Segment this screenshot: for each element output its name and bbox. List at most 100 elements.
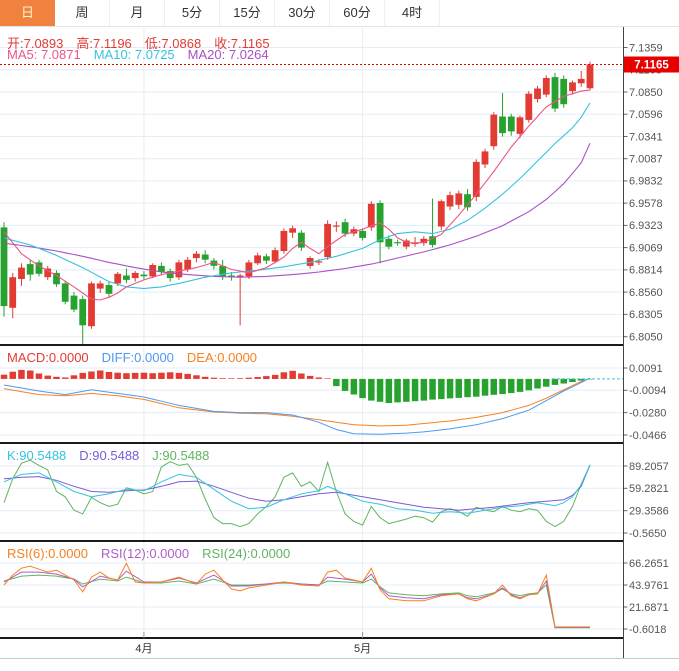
candle-body xyxy=(438,201,445,226)
macd-bar xyxy=(246,378,253,379)
axis-label: 7.0087 xyxy=(629,154,663,166)
tab-month[interactable]: 月 xyxy=(110,0,165,26)
macd-bar xyxy=(36,374,43,379)
macd-bar xyxy=(18,370,25,379)
candle-body xyxy=(482,151,489,164)
macd-bar xyxy=(447,379,454,399)
candle-body xyxy=(517,117,524,134)
legend-item: RSI(12):0.0000 xyxy=(101,546,189,561)
macd-bar xyxy=(517,379,524,392)
rsi-legend: RSI(6):0.0000RSI(12):0.0000RSI(24):0.000… xyxy=(7,546,303,561)
legend-item: K:90.5488 xyxy=(7,448,66,463)
candle-body xyxy=(1,227,8,306)
axis-label: 7.0850 xyxy=(629,87,663,99)
axis-label: 7.0596 xyxy=(629,109,663,121)
axis-label: -0.0094 xyxy=(629,385,666,397)
legend-item: MACD:0.0000 xyxy=(7,350,89,365)
axis-label: -0.5650 xyxy=(629,528,666,540)
candle-body xyxy=(263,256,270,260)
tab-15min[interactable]: 15分 xyxy=(220,0,275,26)
axis-label: 7.0341 xyxy=(629,131,663,143)
macd-bar xyxy=(263,376,270,379)
panel-separator xyxy=(0,637,624,639)
macd-bar xyxy=(316,378,323,379)
candle-body xyxy=(114,274,121,284)
legend-item: RSI(24):0.0000 xyxy=(202,546,290,561)
axis-label: 6.9069 xyxy=(629,242,663,254)
tab-4hour[interactable]: 4时 xyxy=(385,0,440,26)
macd-bar xyxy=(193,375,200,379)
chart-canvas[interactable]: 7.13597.11057.08507.05967.03417.00876.98… xyxy=(0,0,679,671)
panel-separator xyxy=(0,442,624,444)
candle-body xyxy=(71,296,78,310)
tab-week[interactable]: 周 xyxy=(55,0,110,26)
axis-label: 6.8560 xyxy=(629,287,663,299)
macd-bar xyxy=(526,379,533,390)
candle-body xyxy=(455,193,462,204)
ma-legend: MA5: 7.0871MA10: 7.0725MA20: 7.0264 xyxy=(7,47,282,62)
axis-label: 6.9578 xyxy=(629,198,663,210)
candle-body xyxy=(342,222,349,233)
candle-body xyxy=(368,204,375,228)
candle-body xyxy=(272,250,279,261)
macd-bar xyxy=(351,379,358,395)
macd-bar xyxy=(272,375,279,379)
macd-bar xyxy=(106,372,113,379)
axis-label: 66.2651 xyxy=(629,558,669,570)
macd-bar xyxy=(438,379,445,399)
axis-label: 0.0091 xyxy=(629,363,663,375)
candle-body xyxy=(176,262,183,277)
macd-bar xyxy=(534,379,541,389)
macd-bar xyxy=(27,371,34,379)
candle-body xyxy=(534,89,541,100)
legend-item: J:90.5488 xyxy=(152,448,209,463)
macd-bar xyxy=(202,377,209,379)
macd-bar xyxy=(45,376,52,379)
macd-bar xyxy=(333,379,340,386)
macd-bar xyxy=(552,379,559,385)
macd-bar xyxy=(132,373,139,379)
last-price-badge-text: 7.1165 xyxy=(634,60,669,72)
macd-bar xyxy=(368,379,375,401)
axis-label: 6.8814 xyxy=(629,265,663,277)
candle-body xyxy=(525,94,532,120)
macd-bar xyxy=(254,377,261,379)
candle-body xyxy=(27,264,34,275)
trading-chart-app: 日周月5分15分30分60分4时 7.13597.11057.08507.059… xyxy=(0,0,679,671)
macd-bar xyxy=(464,379,471,397)
candle-body xyxy=(193,254,200,258)
candle-body xyxy=(202,255,209,260)
candle-body xyxy=(184,260,191,270)
legend-item: MA5: 7.0871 xyxy=(7,47,81,62)
date-label: 4月 xyxy=(135,643,152,655)
candle-body xyxy=(447,195,454,206)
tab-day[interactable]: 日 xyxy=(0,0,55,26)
macd-bar xyxy=(298,374,305,379)
macd-bar xyxy=(412,379,419,401)
tab-60min[interactable]: 60分 xyxy=(330,0,385,26)
legend-item: MA20: 7.0264 xyxy=(188,47,269,62)
macd-bar xyxy=(141,373,148,379)
macd-bar xyxy=(324,378,331,379)
macd-bar xyxy=(88,372,95,380)
tab-30min[interactable]: 30分 xyxy=(275,0,330,26)
candle-body xyxy=(298,233,305,248)
axis-label: 43.9761 xyxy=(629,580,669,592)
candle-body xyxy=(324,224,331,257)
macd-bar xyxy=(307,376,314,379)
candle-body xyxy=(289,228,296,232)
candle-body xyxy=(281,231,288,251)
tab-5min[interactable]: 5分 xyxy=(165,0,220,26)
candle-body xyxy=(543,78,550,95)
macd-bar xyxy=(429,379,436,400)
macd-bar xyxy=(508,379,515,393)
macd-bar xyxy=(377,379,384,402)
candle-body xyxy=(385,239,392,247)
axis-label: 6.8050 xyxy=(629,332,663,344)
kdj-legend: K:90.5488D:90.5488J:90.5488 xyxy=(7,448,222,463)
macd-bar xyxy=(114,373,121,379)
macd-bar xyxy=(211,378,218,379)
candle-body xyxy=(316,261,323,262)
candle-body xyxy=(79,299,86,325)
axis-label: 59.2821 xyxy=(629,483,669,495)
